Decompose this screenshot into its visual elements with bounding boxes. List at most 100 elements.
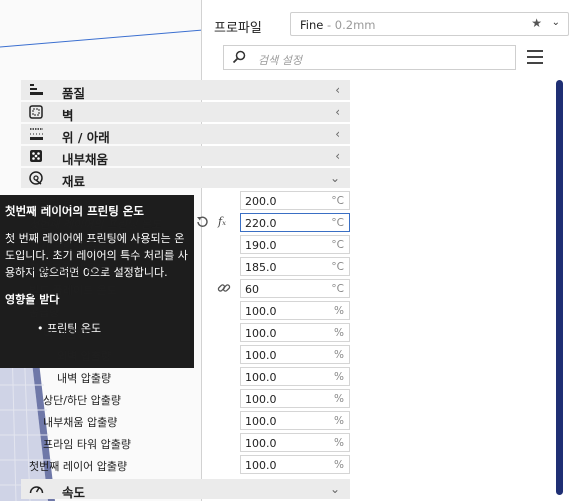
speed-icon	[29, 486, 44, 494]
top-bottom-flow-input[interactable]: 100.0%	[240, 389, 350, 408]
field-unit: %	[334, 393, 344, 405]
setting-row-initial-printing-temperature: 초기 프린팅 온도 190.0 °C	[21, 234, 350, 256]
field-value: 100.0	[245, 371, 277, 384]
settings-scrollbar[interactable]	[556, 80, 563, 495]
field-value: 100.0	[245, 349, 277, 362]
setting-label: 외벽 압출량	[57, 350, 112, 363]
setting-label: 첫번째 레이어 압출량	[29, 460, 128, 473]
setting-label: 프라임 타워 압출량	[43, 438, 131, 451]
profile-label: 프로파일	[214, 21, 262, 36]
field-value: 60	[245, 283, 259, 296]
chevron-down-icon: ⌄	[329, 482, 340, 496]
setting-row-flow: 공급량 100.0%	[21, 300, 350, 322]
field-unit: %	[334, 459, 344, 471]
setting-row-initial-layer-temperature: 첫번째 레이어의 프린팅 온도 fₓ 220.0 °C	[21, 212, 350, 234]
field-value: 220.0	[245, 217, 277, 230]
field-unit: %	[334, 415, 344, 427]
setting-label: 빌드 플레이트 온도	[29, 284, 117, 297]
settings-menu-icon[interactable]	[527, 50, 543, 64]
category-label: 재료	[62, 174, 86, 189]
field-unit: %	[334, 305, 344, 317]
chevron-down-icon: ⌄	[551, 17, 560, 28]
infill-flow-input[interactable]: 100.0%	[240, 411, 350, 430]
category-label: 내부채움	[62, 152, 109, 167]
flow-input[interactable]: 100.0%	[240, 301, 350, 320]
setting-row-initial-layer-flow: 첫번째 레이어 압출량 100.0%	[21, 454, 350, 476]
setting-row-outer-wall-flow: 외벽 압출량 100.0%	[21, 344, 350, 366]
settings-list: 품질 ‹ 벽 ‹ 위 / 아래 ‹ 내부채움 ‹ 재료 ⌄ 프린팅 온도 200…	[21, 80, 350, 501]
search-icon	[232, 50, 246, 64]
setting-label: 최종 프린팅 온도	[29, 262, 107, 275]
chevron-left-icon: ‹	[335, 127, 340, 141]
printing-temperature-input[interactable]: 200.0 °C	[240, 191, 350, 210]
field-unit: °C	[331, 283, 344, 295]
chevron-left-icon: ‹	[335, 105, 340, 119]
setting-label: 벽 압출량	[43, 328, 87, 341]
category-label: 품질	[62, 86, 86, 101]
setting-label: 내벽 압출량	[57, 372, 112, 385]
outer-wall-flow-input[interactable]: 100.0%	[240, 345, 350, 364]
field-value: 100.0	[245, 327, 277, 340]
setting-label: 첫번째 레이어의 프린팅 온도	[29, 218, 161, 231]
initial-layer-flow-input[interactable]: 100.0%	[240, 455, 350, 474]
setting-label: 프린팅 온도	[29, 196, 84, 209]
profile-dropdown[interactable]: Fine - 0.2mm ★ ⌄	[290, 12, 569, 36]
category-infill[interactable]: 내부채움 ‹	[21, 146, 350, 167]
field-unit: %	[334, 349, 344, 361]
field-unit: %	[334, 437, 344, 449]
profile-subname: - 0.2mm	[323, 18, 376, 32]
field-unit: °C	[331, 217, 344, 229]
field-value: 200.0	[245, 195, 277, 208]
top-bottom-icon	[30, 128, 43, 140]
category-top-bottom[interactable]: 위 / 아래 ‹	[21, 124, 350, 145]
reset-icon[interactable]	[195, 215, 209, 229]
category-wall[interactable]: 벽 ‹	[21, 102, 350, 123]
wall-icon	[29, 105, 43, 119]
setting-label: 초기 프린팅 온도	[29, 240, 107, 253]
build-plate-temperature-input[interactable]: 60 °C	[240, 279, 350, 298]
setting-label: 상단/하단 압출량	[43, 394, 122, 407]
setting-label: 공급량	[29, 306, 60, 319]
category-label: 벽	[62, 108, 74, 123]
material-icon	[29, 171, 43, 185]
category-quality[interactable]: 품질 ‹	[21, 80, 350, 101]
category-speed[interactable]: 속도 ⌄	[21, 479, 350, 500]
setting-row-printing-temperature: 프린팅 온도 200.0 °C	[21, 190, 350, 212]
search-placeholder: 검색 설정	[258, 54, 302, 67]
field-value: 185.0	[245, 261, 277, 274]
category-material[interactable]: 재료 ⌄	[21, 168, 350, 189]
field-unit: %	[334, 371, 344, 383]
setting-row-final-printing-temperature: 최종 프린팅 온도 185.0 °C	[21, 256, 350, 278]
prime-tower-flow-input[interactable]: 100.0%	[240, 433, 350, 452]
chevron-left-icon: ‹	[335, 83, 340, 97]
setting-row-prime-tower-flow: 프라임 타워 압출량 100.0%	[21, 432, 350, 454]
field-unit: %	[334, 327, 344, 339]
field-value: 100.0	[245, 459, 277, 472]
star-icon[interactable]: ★	[531, 16, 542, 30]
field-unit: °C	[331, 195, 344, 207]
category-label: 속도	[62, 485, 86, 500]
wall-flow-input[interactable]: 100.0%	[240, 323, 350, 342]
field-value: 100.0	[245, 415, 277, 428]
infill-icon	[30, 150, 42, 162]
setting-row-top-bottom-flow: 상단/하단 압출량 100.0%	[21, 388, 350, 410]
setting-row-build-plate-temperature: 빌드 플레이트 온도 60 °C	[21, 278, 350, 300]
setting-row-infill-flow: 내부채움 압출량 100.0%	[21, 410, 350, 432]
final-printing-temperature-input[interactable]: 185.0 °C	[240, 257, 350, 276]
initial-printing-temperature-input[interactable]: 190.0 °C	[240, 235, 350, 254]
field-unit: °C	[331, 261, 344, 273]
link-icon[interactable]	[217, 281, 231, 295]
field-value: 100.0	[245, 437, 277, 450]
chevron-down-icon: ⌄	[329, 171, 340, 185]
setting-row-inner-wall-flow: 내벽 압출량 100.0%	[21, 366, 350, 388]
initial-layer-temperature-input[interactable]: 220.0 °C	[240, 213, 350, 232]
search-input[interactable]: 검색 설정	[223, 45, 516, 70]
field-value: 190.0	[245, 239, 277, 252]
setting-row-wall-flow: 벽 압출량 100.0%	[21, 322, 350, 344]
chevron-left-icon: ‹	[335, 149, 340, 163]
inner-wall-flow-input[interactable]: 100.0%	[240, 367, 350, 386]
function-icon[interactable]: fₓ	[218, 215, 232, 229]
quality-icon	[30, 84, 43, 95]
setting-label: 내부채움 압출량	[43, 416, 118, 429]
field-unit: °C	[331, 239, 344, 251]
